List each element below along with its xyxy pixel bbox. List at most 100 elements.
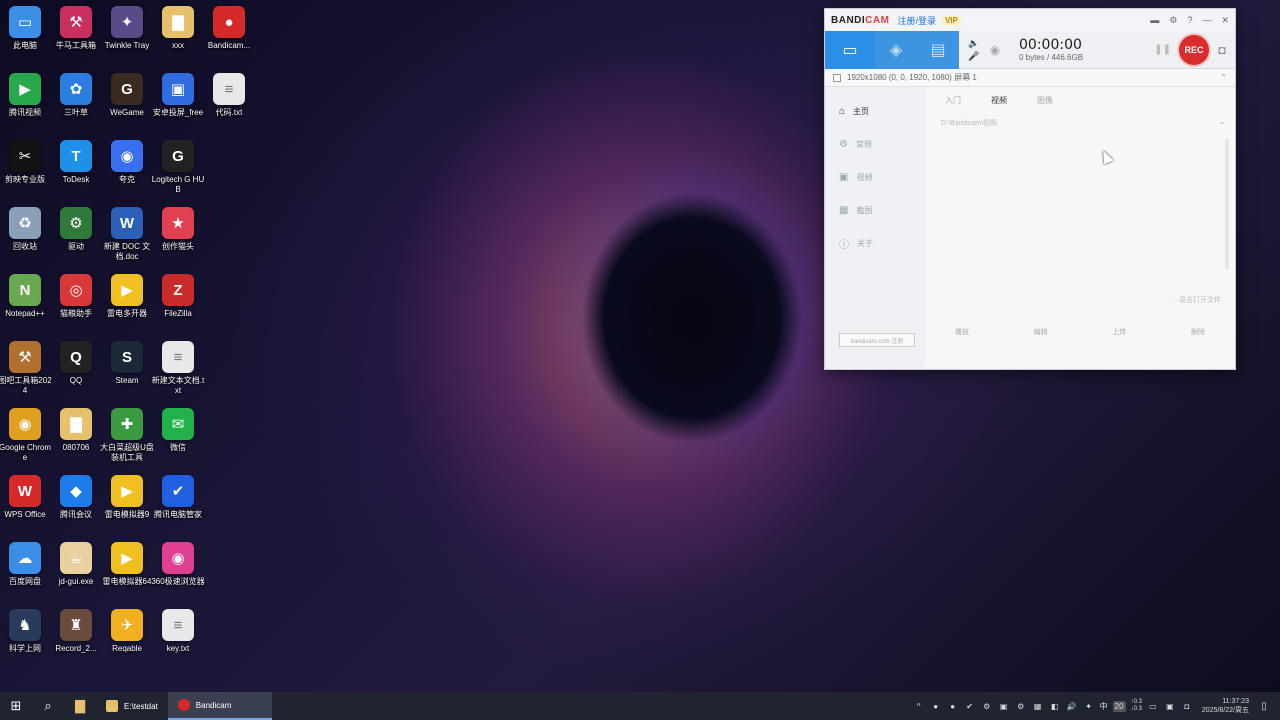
desktop-icon[interactable]: G WeGame: [101, 73, 153, 118]
tray-icon[interactable]: ✦: [1083, 702, 1095, 711]
vip-badge[interactable]: VIP: [941, 15, 961, 25]
desktop-icon[interactable]: G Logitech G HUB: [152, 140, 204, 195]
sidebar-item[interactable]: ▦ 截图: [825, 194, 925, 227]
tab[interactable]: 图像: [1037, 95, 1053, 106]
desktop-icon[interactable]: ▣ 安卓投屏_free: [152, 73, 204, 118]
desktop-icon[interactable]: ☁ 百度网盘: [0, 542, 51, 587]
taskbar-app[interactable]: Bandicam: [167, 692, 272, 720]
desktop-icon[interactable]: ✉ 微信: [152, 408, 204, 453]
desktop-icon[interactable]: ▇ 080706: [50, 408, 102, 453]
tray-icon[interactable]: ⚙: [981, 702, 993, 711]
file-action-button[interactable]: 上传: [1112, 327, 1126, 337]
desktop-icon[interactable]: ♜ Record_2...: [50, 609, 102, 654]
desktop-icon[interactable]: ≡ 代码.txt: [203, 73, 255, 118]
desktop-icon[interactable]: ✿ 三叶草: [50, 73, 102, 118]
device-mode-button[interactable]: ▤: [917, 30, 959, 69]
tab[interactable]: 入门: [945, 95, 961, 106]
screenshot-icon[interactable]: ◘: [1209, 43, 1235, 57]
register-link[interactable]: 注册/登录: [897, 14, 936, 27]
desktop-icon[interactable]: ▇ xxx: [152, 6, 204, 51]
bandicam-titlebar[interactable]: BANDICAM 注册/登录 VIP ▬ ⚙? — ✕: [825, 9, 1235, 31]
region-checkbox[interactable]: [833, 73, 841, 82]
file-explorer-icon[interactable]: ▇: [64, 692, 96, 720]
screen-mode-button[interactable]: ▭: [825, 30, 875, 69]
chevron-up-icon[interactable]: ⌃: [1220, 73, 1227, 82]
desktop-icon[interactable]: ♻ 回收站: [0, 207, 51, 252]
desktop-icon[interactable]: ⚒ 牛马工具箱: [50, 6, 102, 51]
desktop-icon[interactable]: ▶ 腾讯视频: [0, 73, 51, 118]
desktop-icon[interactable]: ☕ jd-gui.exe: [50, 542, 102, 587]
desktop-icon[interactable]: ▶ 雷电模拟器9: [101, 475, 153, 520]
tray-icon[interactable]: ⚙: [1015, 702, 1027, 711]
desktop-icon[interactable]: ≡ 新建文本文档.txt: [152, 341, 204, 396]
desktop-icon[interactable]: Q QQ: [50, 341, 102, 386]
desktop-icon[interactable]: ⚒ 图吧工具箱2024: [0, 341, 52, 396]
start-button[interactable]: ⊞: [0, 692, 32, 720]
monitor-tray-icon[interactable]: ▭: [1147, 702, 1159, 711]
desktop-icon[interactable]: ◉ 夸克: [101, 140, 153, 185]
desktop-icon[interactable]: ✈ Reqable: [101, 609, 153, 654]
desktop-icon[interactable]: ▭ 此电脑: [0, 6, 51, 51]
pause-icon[interactable]: ❚❚: [1154, 44, 1171, 55]
desktop-icon[interactable]: ★ 创作猫头: [152, 207, 204, 252]
desktop-icon[interactable]: ◆ 腾讯会议: [50, 475, 102, 520]
desktop-icon[interactable]: ✚ 大白菜超级U盘装机工具: [100, 408, 154, 463]
desktop-icon[interactable]: W 新建 DOC 文档.doc: [101, 207, 153, 262]
tray-icon[interactable]: ^: [913, 702, 925, 711]
rec-button[interactable]: REC: [1179, 34, 1209, 65]
file-action-button[interactable]: 播放: [955, 327, 969, 337]
taskbar-app[interactable]: E:\testdat: [96, 692, 168, 720]
desktop-icon[interactable]: ✂ 剪映专业版: [0, 140, 51, 185]
close-icon[interactable]: ✕: [1221, 15, 1229, 26]
desktop-icon[interactable]: S Steam: [101, 341, 153, 386]
gear-icon[interactable]: ⚙: [1169, 15, 1177, 26]
sidebar-item[interactable]: ▣ 视频: [825, 161, 925, 194]
file-list-scrollbar[interactable]: [1225, 139, 1229, 269]
desktop-icon[interactable]: ◉ 360极速浏览器: [151, 542, 205, 587]
sidebar-item[interactable]: ⚙ 常规: [825, 128, 925, 161]
tray-icon[interactable]: ◧: [1049, 702, 1061, 711]
notification-icon[interactable]: ▯: [1254, 701, 1274, 712]
tab[interactable]: 视频: [991, 95, 1007, 106]
screen-tray-icon[interactable]: ◘: [1181, 702, 1193, 711]
desktop-icon[interactable]: N Notepad++: [0, 274, 51, 319]
audio-controls[interactable]: 🔈 🎤: [965, 38, 983, 62]
clock[interactable]: 11:37:23 2025/8/22/周五: [1202, 697, 1249, 715]
tray-icon[interactable]: 🔊: [1066, 702, 1078, 711]
tray-icon[interactable]: ✔: [964, 702, 976, 711]
output-path-row[interactable]: D:\Bandicam\视频 ⌄: [935, 118, 1225, 128]
desktop-icon[interactable]: ✦ Twinkle Tray: [101, 6, 153, 51]
desktop-icon[interactable]: ✔ 腾讯电脑管家: [152, 475, 204, 520]
file-action-button[interactable]: 删除: [1191, 327, 1205, 337]
desktop-icon[interactable]: ◉ Google Chrome: [0, 408, 51, 463]
desktop-icon[interactable]: ◎ 猫粮助手: [50, 274, 102, 319]
webcam-icon[interactable]: ◉: [983, 43, 1007, 57]
display-tray-icon[interactable]: ▣: [1164, 702, 1176, 711]
desktop-icon[interactable]: ♞ 科学上网: [0, 609, 51, 654]
desktop-icon[interactable]: ▶ 雷电多开器: [101, 274, 153, 319]
tray-icon[interactable]: ●: [930, 702, 942, 711]
desktop-icon[interactable]: ▶ 雷电模拟器64: [101, 542, 153, 587]
search-icon[interactable]: ⌕: [32, 692, 64, 720]
upgrade-button[interactable]: bandicam.com 注册: [839, 333, 915, 347]
help-icon[interactable]: ?: [1187, 15, 1192, 26]
desktop-icon[interactable]: ⚙ 驱动: [50, 207, 102, 252]
game-mode-button[interactable]: ◈: [875, 30, 917, 69]
ime-indicator[interactable]: 中: [1100, 701, 1108, 712]
region-bar[interactable]: 1920x1080 (0, 0, 1920, 1080) 屏幕 1 ⌃: [825, 69, 1235, 87]
file-action-button[interactable]: 编辑: [1034, 327, 1048, 337]
tray-icon[interactable]: ▣: [998, 702, 1010, 711]
desktop-icon[interactable]: W WPS Office: [0, 475, 51, 520]
desktop-icon[interactable]: Z FileZilla: [152, 274, 204, 319]
minimize-icon[interactable]: —: [1202, 15, 1211, 26]
file-list[interactable]: [935, 139, 1215, 309]
desktop-icon[interactable]: ≡ key.txt: [152, 609, 204, 654]
tray-icon[interactable]: ●: [947, 702, 959, 711]
desktop-icon[interactable]: T ToDesk: [50, 140, 102, 185]
path-options-icon[interactable]: ⌄: [1219, 118, 1225, 128]
folder-icon[interactable]: ▬: [1150, 15, 1159, 26]
desktop-icon[interactable]: ● Bandicam...: [203, 6, 255, 51]
tray-icon[interactable]: ▦: [1032, 702, 1044, 711]
sidebar-item[interactable]: ⌂ 主页: [825, 95, 925, 128]
sidebar-item[interactable]: ⓘ 关于: [825, 227, 925, 260]
